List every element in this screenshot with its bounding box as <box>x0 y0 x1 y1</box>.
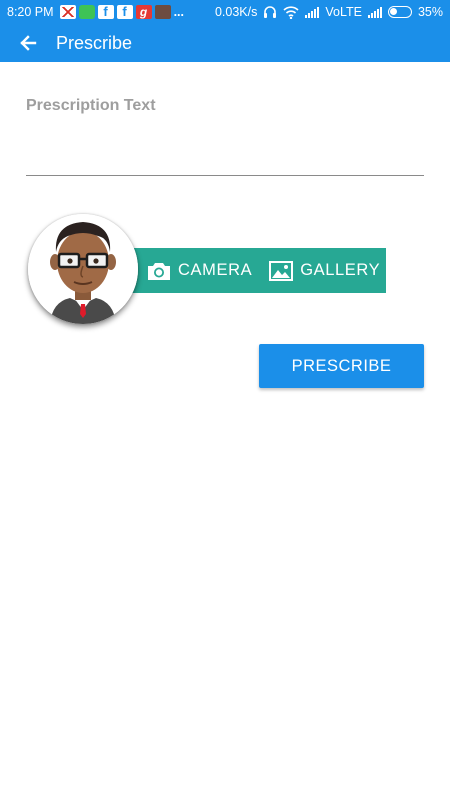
facebook-icon: f <box>97 5 114 19</box>
camera-icon <box>148 262 170 280</box>
gmail-icon <box>59 5 76 19</box>
gallery-label: GALLERY <box>300 261 381 279</box>
app-bar: Prescribe <box>0 24 450 62</box>
battery-level: 35% <box>417 5 443 19</box>
wifi-icon <box>283 5 299 19</box>
avatar <box>28 214 138 324</box>
camera-button[interactable]: CAMERA <box>146 260 252 282</box>
arrow-back-icon <box>20 35 37 51</box>
signal-icon <box>367 6 382 18</box>
signal-icon <box>305 6 320 18</box>
more-notifications-indicator: ... <box>173 5 184 19</box>
notification-icons: f f g ... <box>59 5 184 19</box>
prescription-text-input[interactable] <box>26 125 424 176</box>
back-button[interactable] <box>0 24 56 62</box>
status-right: 0.03K/s VoLTE 35% <box>215 5 443 19</box>
image-picker-bar: CAMERA GALLERY <box>122 248 386 293</box>
gallery-button[interactable]: GALLERY <box>268 260 380 282</box>
network-type: VoLTE <box>325 5 362 19</box>
camera-label: CAMERA <box>178 261 253 279</box>
status-bar: 8:20 PM f f g ... 0.03K/s VoLTE 35% <box>0 0 450 24</box>
net-speed: 0.03K/s <box>214 5 258 19</box>
phone-icon <box>78 5 95 19</box>
doctor-avatar-image <box>28 214 138 324</box>
prescription-text-label: Prescription Text <box>26 97 156 114</box>
g-app-icon: g <box>135 5 152 19</box>
page-title: Prescribe <box>56 32 133 53</box>
headset-icon <box>264 5 277 18</box>
prescribe-button[interactable]: PRESCRIBE <box>259 344 424 388</box>
status-time: 8:20 PM <box>7 5 54 19</box>
battery-icon <box>387 6 412 18</box>
image-icon <box>269 260 294 281</box>
facebook-icon: f <box>116 5 133 19</box>
game-icon <box>154 5 171 19</box>
